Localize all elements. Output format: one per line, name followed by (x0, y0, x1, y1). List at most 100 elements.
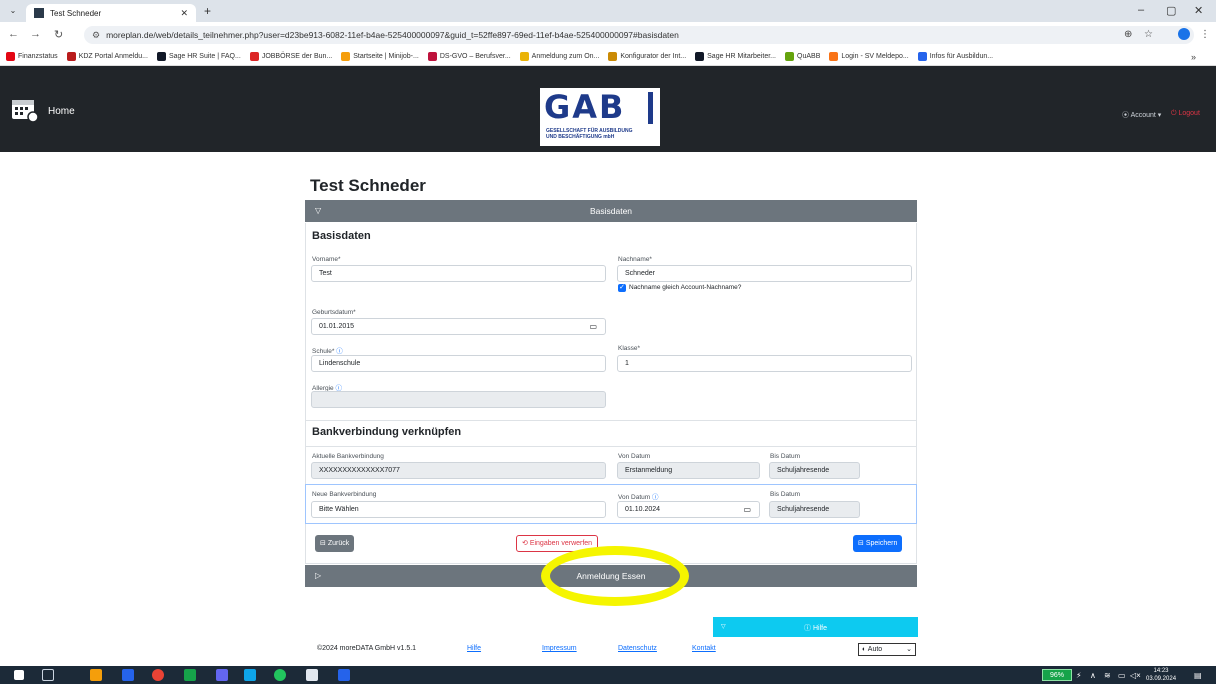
bookmark-favicon-icon (249, 52, 259, 61)
footer-link-impressum[interactable]: Impressum (542, 645, 577, 652)
minimize-icon[interactable]: – (1138, 4, 1144, 16)
wifi-icon[interactable]: ≋ (1104, 671, 1111, 680)
monitor-icon[interactable]: ▭ (1118, 671, 1126, 680)
system-clock[interactable]: 14:23 03.09.2024 (1146, 667, 1176, 683)
bookmark-label: Konfigurator der Int... (620, 53, 687, 60)
bookmark-star-icon[interactable]: ☆ (1144, 29, 1153, 40)
bookmark-item[interactable]: QuABB (785, 52, 820, 61)
calendar-app-icon[interactable] (306, 669, 318, 681)
home-link[interactable]: Home (48, 106, 75, 117)
account-label: Account ▾ (1130, 112, 1162, 119)
new-tab-button[interactable]: + (204, 4, 211, 18)
task-view-icon[interactable] (42, 669, 54, 681)
logo-bar (648, 92, 653, 124)
notification-icon[interactable]: ▤ (1194, 671, 1202, 680)
geburtsdatum-input[interactable]: 01.01.2015 ▭ (311, 318, 606, 335)
calendar-icon[interactable]: ▭ (589, 319, 597, 334)
save-button[interactable]: ⊟ Speichern (853, 535, 903, 552)
calendar-icon[interactable]: ▭ (743, 502, 751, 517)
bookmark-favicon-icon (156, 52, 166, 61)
tab-close-icon[interactable]: ✕ (180, 8, 188, 19)
clock-time: 14:23 (1153, 668, 1169, 674)
bookmark-item[interactable]: Konfigurator der Int... (608, 52, 686, 61)
calendar-home-icon[interactable] (11, 97, 39, 123)
help-circle-icon[interactable]: ⓘ (336, 348, 343, 355)
bookmark-item[interactable]: JOBBÖRSE der Bun... (249, 52, 332, 61)
bookmark-item[interactable]: DS-GVO – Berufsver... (427, 52, 511, 61)
vorname-label: Vorname* (312, 256, 341, 263)
neue-bank-label: Neue Bankverbindung (312, 491, 377, 498)
gab-logo[interactable]: GAB GESELLSCHAFT FÜR AUSBILDUNG UND BESC… (540, 88, 660, 146)
tab-search-button[interactable]: ⌄ (6, 4, 20, 18)
site-info-icon[interactable]: ⚙ (92, 30, 100, 41)
tray-expand-icon[interactable]: ∧ (1090, 671, 1096, 680)
nachname-input[interactable]: Schneder (617, 265, 912, 282)
back-button-label: Zurück (327, 540, 350, 547)
excel-icon[interactable] (184, 669, 196, 681)
bookmark-label: DS-GVO – Berufsver... (439, 53, 511, 60)
zoom-icon[interactable]: ⊕ (1124, 29, 1132, 40)
browser-tab[interactable]: Test Schneder ✕ (26, 4, 196, 22)
section-divider (305, 420, 917, 421)
help-panel-toggle[interactable]: ▽ ⓘ Hilfe (713, 617, 918, 637)
nachname-checkbox[interactable]: ✓ (618, 284, 626, 292)
outlook-icon[interactable] (122, 669, 134, 681)
teams-icon[interactable] (216, 669, 228, 681)
theme-select[interactable]: ◐ Auto ⌄ (858, 643, 916, 656)
bookmark-item[interactable]: Sage HR Mitarbeiter... (695, 52, 776, 61)
bookmark-item[interactable]: Anmeldung zum On... (519, 52, 599, 61)
bank-heading: Bankverbindung verknüpfen (312, 426, 462, 438)
close-window-icon[interactable]: ✕ (1194, 4, 1203, 17)
profile-avatar-icon[interactable] (1178, 28, 1190, 40)
aktuelle-bank-input: XXXXXXXXXXXXXX7077 (311, 462, 606, 479)
url-input[interactable]: ⚙ moreplan.de/web/details_teilnehmer.php… (84, 26, 1194, 44)
footer-link-datenschutz[interactable]: Datenschutz (618, 645, 657, 652)
neue-bis-datum-label: Bis Datum (770, 491, 800, 498)
bookmark-favicon-icon (341, 52, 351, 61)
bookmark-favicon-icon (785, 52, 795, 61)
reload-icon[interactable]: ↻ (54, 28, 63, 41)
footer-link-hilfe[interactable]: Hilfe (467, 645, 481, 652)
whatsapp-icon[interactable] (274, 669, 286, 681)
bookmarks-overflow-icon[interactable]: » (1191, 52, 1196, 62)
bookmark-item[interactable]: Login - SV Meldepo... (829, 52, 909, 61)
help-circle-icon[interactable]: ⓘ (652, 494, 659, 501)
allergie-input[interactable] (311, 391, 606, 408)
logout-label: Logout (1178, 110, 1200, 117)
vorname-input[interactable]: Test (311, 265, 606, 282)
accordion-basisdaten[interactable]: ▽ Basisdaten (305, 200, 917, 222)
back-arrow-icon[interactable]: ← (8, 28, 19, 40)
account-dropdown[interactable]: ⦿ Account ▾ (1122, 110, 1161, 120)
battery-indicator[interactable]: 96% (1042, 669, 1072, 681)
file-explorer-icon[interactable] (90, 669, 102, 681)
schule-input[interactable]: Lindenschule (311, 355, 606, 372)
bis-datum-label: Bis Datum (770, 453, 800, 460)
bookmark-item[interactable]: Infos für Ausbildun... (917, 52, 993, 61)
euro-app-icon[interactable] (244, 669, 256, 681)
neue-bis-datum-input: Schuljahresende (769, 501, 860, 518)
windows-start-icon[interactable] (14, 670, 24, 680)
bookmark-favicon-icon (6, 52, 15, 61)
back-button[interactable]: ⊟ Zurück (315, 535, 355, 552)
bookmark-item[interactable]: KDZ Portal Anmeldu... (66, 52, 148, 61)
klasse-label: Klasse* (618, 345, 641, 352)
bookmark-favicon-icon (427, 52, 437, 61)
browser-menu-icon[interactable]: ⋮ (1200, 29, 1210, 40)
bookmark-label: KDZ Portal Anmeldu... (78, 53, 148, 60)
volume-muted-icon[interactable]: ◁× (1130, 671, 1141, 680)
bookmark-item[interactable]: Startseite | Minijob-... (341, 52, 419, 61)
bookmark-favicon-icon (829, 52, 839, 61)
klasse-input[interactable]: 1 (617, 355, 912, 372)
neue-von-datum-input[interactable]: 01.10.2024 ▭ (617, 501, 760, 518)
logout-link[interactable]: ⏻ Logout (1171, 110, 1200, 118)
bookmark-item[interactable]: Sage HR Suite | FAQ... (156, 52, 241, 61)
neue-von-datum-label-text: Von Datum (618, 494, 651, 501)
restore-icon[interactable]: ▢ (1166, 4, 1176, 17)
footer-link-kontakt[interactable]: Kontakt (692, 645, 716, 652)
neue-bank-select[interactable]: Bitte Wählen (311, 501, 606, 518)
word-icon[interactable] (338, 669, 350, 681)
chrome-icon[interactable] (152, 669, 164, 681)
bookmark-item[interactable]: Finanzstatus (6, 52, 58, 61)
forward-arrow-icon[interactable]: → (30, 28, 41, 40)
basisdaten-heading: Basisdaten (312, 230, 371, 242)
